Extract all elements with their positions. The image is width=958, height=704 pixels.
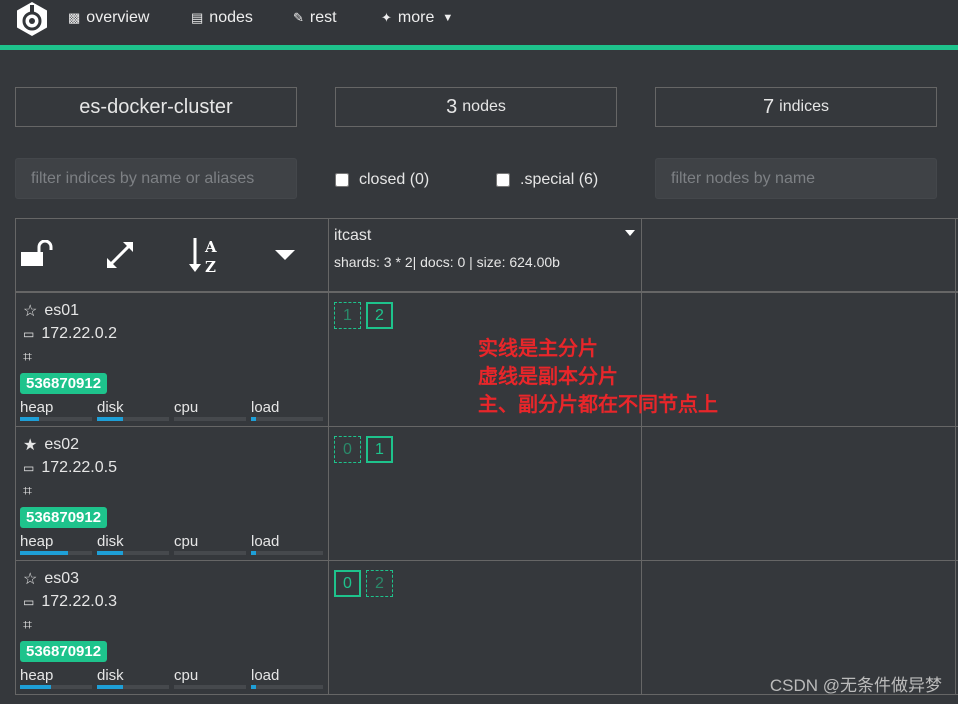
hdd-icon: ▭ bbox=[23, 461, 35, 475]
node-row-es01: ☆ es01 ▭ 172.22.0.2 ⌗ 536870912 heap disk cpu… bbox=[15, 293, 393, 427]
special-checkbox[interactable]: .special (6) bbox=[496, 171, 598, 189]
heap-bar-fill bbox=[20, 417, 39, 421]
stat-heap: heap bbox=[20, 667, 92, 689]
server-icon: ▤ bbox=[191, 10, 204, 25]
stat-cpu: cpu bbox=[174, 667, 246, 689]
star-filled-icon: ★ bbox=[23, 437, 38, 454]
heap-bar bbox=[20, 551, 92, 555]
node-name[interactable]: ☆ es03 bbox=[23, 569, 79, 589]
stat-disk: disk bbox=[97, 533, 169, 555]
stat-cpu: cpu bbox=[174, 399, 246, 421]
index-header-itcast[interactable]: itcast shards: 3 * 2| docs: 0 | size: 62… bbox=[334, 227, 560, 270]
filter-nodes-input[interactable] bbox=[655, 158, 937, 199]
replica-shard[interactable]: 1 bbox=[334, 302, 361, 329]
magic-wand-icon: ✦ bbox=[381, 10, 392, 25]
cpu-bar bbox=[174, 551, 246, 555]
node-badge: 536870912 bbox=[20, 373, 108, 394]
heap-bar bbox=[20, 685, 92, 689]
cluster-overview-table: AZ itcast shards: 3 * 2| docs: 0 | size:… bbox=[15, 218, 958, 695]
node-row-es02: ★ es02 ▭ 172.22.0.5 ⌗ 536870912 heap disk cpu… bbox=[15, 427, 393, 561]
node-name[interactable]: ☆ es01 bbox=[23, 301, 79, 321]
stat-load: load bbox=[251, 399, 323, 421]
crop-icon: ⌗ bbox=[23, 483, 33, 500]
star-outline-icon: ☆ bbox=[23, 303, 38, 320]
top-nav: ▩ overview ▤ nodes ✎ rest ✦ more ▼ bbox=[0, 0, 958, 45]
crop-icon: ⌗ bbox=[23, 617, 33, 634]
accent-divider bbox=[0, 45, 958, 50]
node-ip: ▭ 172.22.0.5 bbox=[23, 459, 117, 476]
closed-checkbox[interactable]: closed (0) bbox=[335, 171, 429, 189]
load-bar bbox=[251, 685, 323, 689]
stat-disk: disk bbox=[97, 667, 169, 689]
node-badge: 536870912 bbox=[20, 507, 108, 528]
filter-indices-input[interactable] bbox=[15, 158, 297, 199]
crop-icon: ⌗ bbox=[23, 349, 33, 366]
indices-count-box: 7 indices bbox=[655, 87, 937, 127]
sort-alpha-icon[interactable]: AZ bbox=[189, 236, 223, 274]
nav-rest[interactable]: ✎ rest bbox=[293, 9, 337, 27]
node-row-es03: ☆ es03 ▭ 172.22.0.3 ⌗ 536870912 heap disk cpu… bbox=[15, 561, 393, 695]
stat-load: load bbox=[251, 667, 323, 689]
disk-bar-fill bbox=[97, 417, 123, 421]
unlock-icon[interactable] bbox=[21, 240, 53, 268]
logo-icon[interactable] bbox=[14, 1, 50, 37]
heap-bar-fill bbox=[20, 685, 51, 689]
nodes-count-box: 3 nodes bbox=[335, 87, 617, 127]
disk-bar-fill bbox=[97, 685, 123, 689]
watermark: CSDN @无条件做异梦 bbox=[769, 676, 942, 695]
nav-more[interactable]: ✦ more ▼ bbox=[381, 9, 453, 27]
disk-bar bbox=[97, 551, 169, 555]
load-bar bbox=[251, 551, 323, 555]
svg-text:A: A bbox=[204, 238, 217, 256]
node-ip: ▭ 172.22.0.3 bbox=[23, 593, 117, 610]
dropdown-caret-icon[interactable] bbox=[275, 250, 295, 262]
primary-shard[interactable]: 1 bbox=[366, 436, 393, 463]
cluster-name-box: es-docker-cluster bbox=[15, 87, 297, 127]
svg-text:Z: Z bbox=[205, 258, 216, 274]
primary-shard[interactable]: 2 bbox=[366, 302, 393, 329]
node-badge: 536870912 bbox=[20, 641, 108, 662]
nav-overview[interactable]: ▩ overview bbox=[68, 9, 149, 27]
stat-cpu: cpu bbox=[174, 533, 246, 555]
edit-icon: ✎ bbox=[293, 10, 304, 25]
node-ip: ▭ 172.22.0.2 bbox=[23, 325, 117, 342]
closed-checkbox-input[interactable] bbox=[335, 173, 349, 187]
nav-nodes[interactable]: ▤ nodes bbox=[191, 9, 253, 27]
disk-bar bbox=[97, 685, 169, 689]
load-bar-fill bbox=[251, 551, 257, 555]
replica-shard[interactable]: 2 bbox=[366, 570, 393, 597]
sitemap-icon: ▩ bbox=[68, 10, 81, 25]
stat-disk: disk bbox=[97, 399, 169, 421]
expand-icon[interactable] bbox=[105, 240, 135, 270]
special-checkbox-input[interactable] bbox=[496, 173, 510, 187]
cpu-bar bbox=[174, 685, 246, 689]
disk-bar bbox=[97, 417, 169, 421]
stat-heap: heap bbox=[20, 399, 92, 421]
heap-bar-fill bbox=[20, 551, 69, 555]
heap-bar bbox=[20, 417, 92, 421]
load-bar bbox=[251, 417, 323, 421]
stat-heap: heap bbox=[20, 533, 92, 555]
stat-load: load bbox=[251, 533, 323, 555]
disk-bar-fill bbox=[97, 551, 123, 555]
star-outline-icon: ☆ bbox=[23, 571, 38, 588]
node-name[interactable]: ★ es02 bbox=[23, 435, 79, 455]
index-menu-caret-icon[interactable] bbox=[625, 230, 635, 236]
caret-down-icon: ▼ bbox=[442, 12, 454, 24]
hdd-icon: ▭ bbox=[23, 327, 35, 341]
primary-shard[interactable]: 0 bbox=[334, 570, 361, 597]
replica-shard[interactable]: 0 bbox=[334, 436, 361, 463]
hdd-icon: ▭ bbox=[23, 595, 35, 609]
cpu-bar bbox=[174, 417, 246, 421]
load-bar-fill bbox=[251, 417, 257, 421]
load-bar-fill bbox=[251, 685, 257, 689]
annotation-text: 实线是主分片 虚线是副本分片 主、副分片都在不同节点上 bbox=[478, 338, 718, 416]
